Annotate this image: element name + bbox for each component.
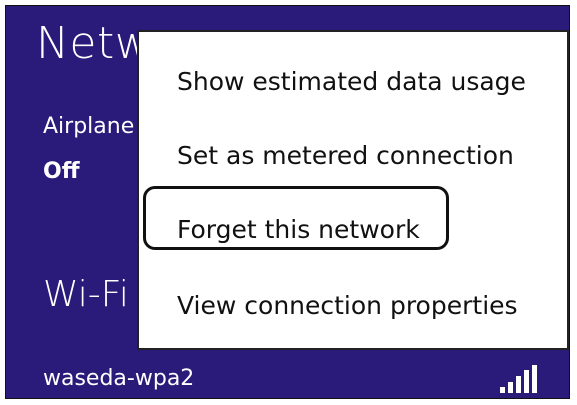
airplane-mode-label: Airplane xyxy=(43,114,135,139)
menu-item-view-connection-properties[interactable]: View connection properties xyxy=(177,291,518,320)
network-name[interactable]: waseda-wpa2 xyxy=(43,366,194,391)
wifi-signal-bars-icon xyxy=(500,365,537,393)
menu-item-set-as-metered-connection[interactable]: Set as metered connection xyxy=(177,141,514,170)
panel-title: Netw xyxy=(36,18,152,69)
menu-item-forget-this-network[interactable]: Forget this network xyxy=(177,215,420,244)
airplane-mode-toggle-value[interactable]: Off xyxy=(43,159,80,184)
wifi-section-title: Wi-Fi xyxy=(43,274,129,315)
network-settings-panel: Netw Airplane Off Wi-Fi waseda-wpa2 Show… xyxy=(5,5,570,399)
network-context-menu: Show estimated data usage Set as metered… xyxy=(137,30,569,350)
menu-item-show-estimated-data-usage[interactable]: Show estimated data usage xyxy=(177,67,526,96)
